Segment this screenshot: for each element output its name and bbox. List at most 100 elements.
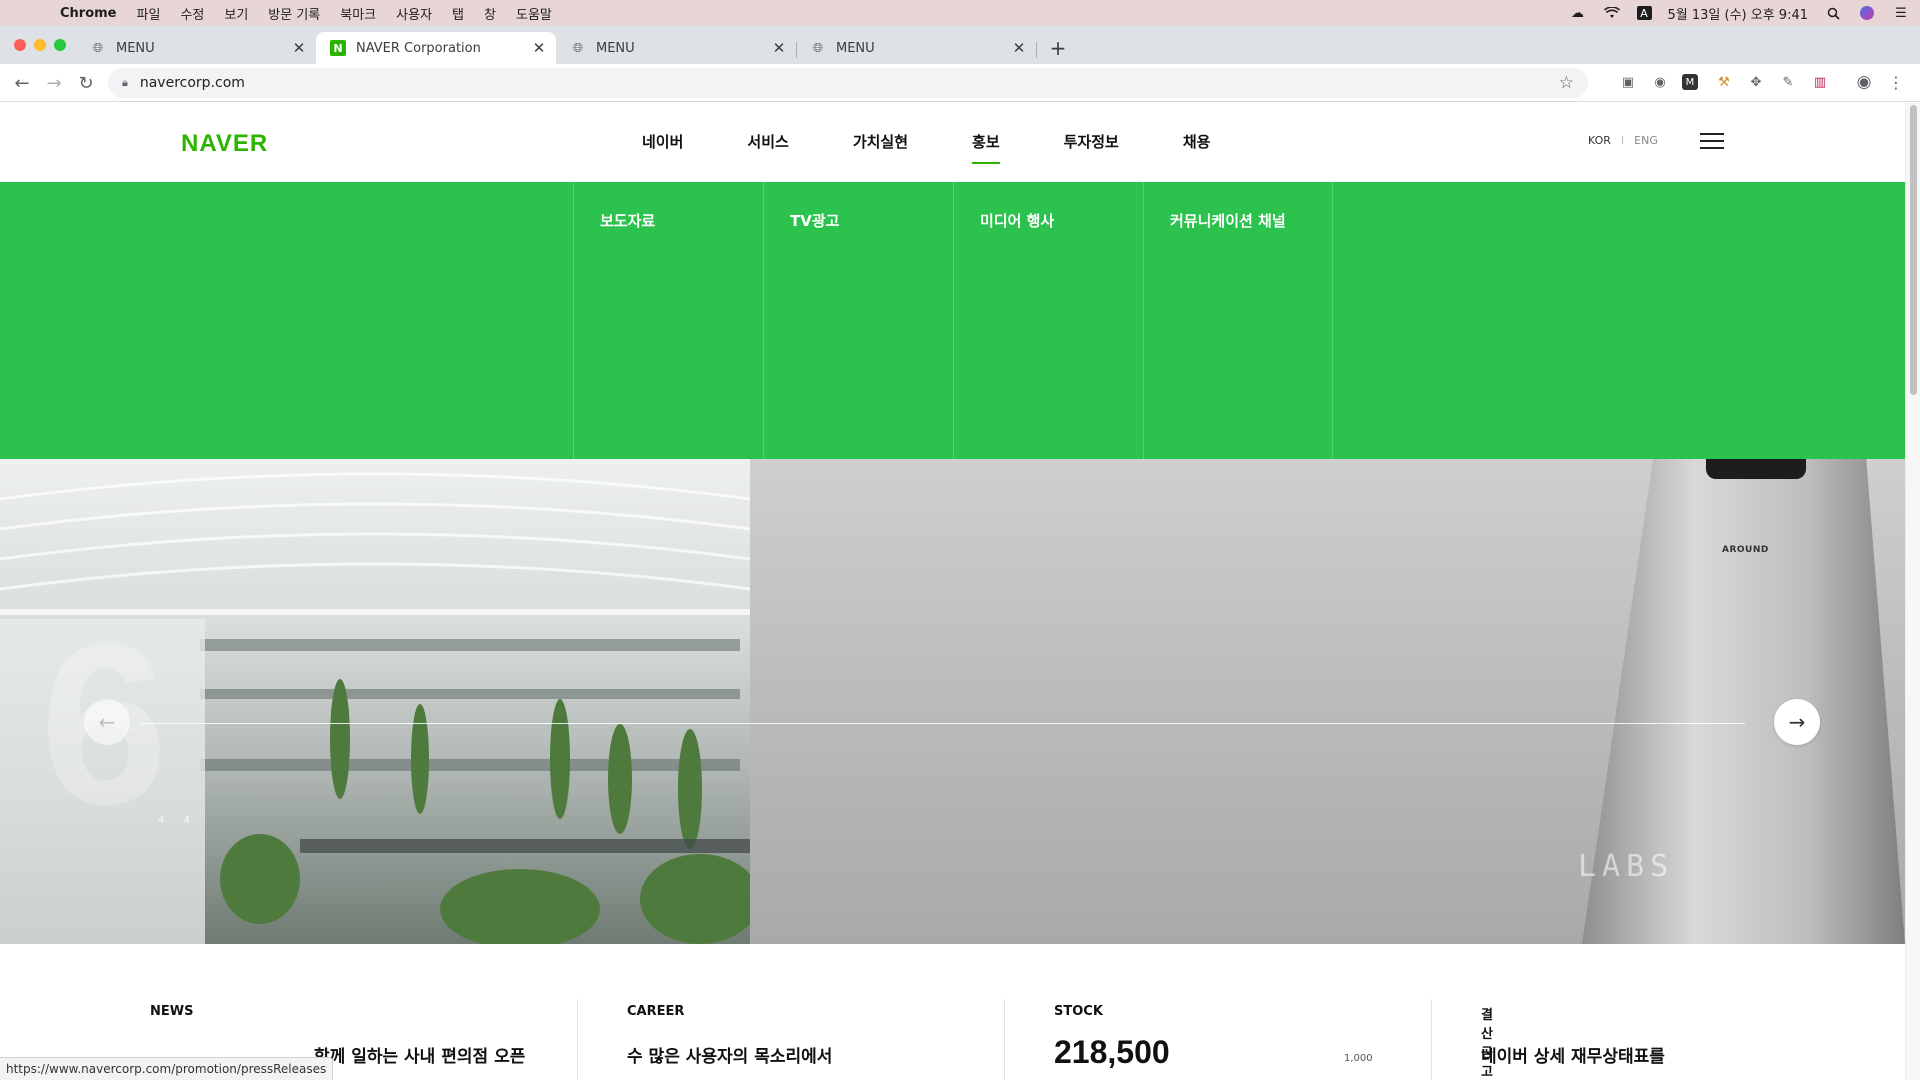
nav-ir[interactable]: 투자정보	[1032, 103, 1151, 182]
nav-recruit[interactable]: 채용	[1151, 103, 1243, 182]
menu-history[interactable]: 방문 기록	[258, 4, 330, 23]
close-tab-icon[interactable]: ✕	[288, 39, 310, 57]
page-scrollbar[interactable]	[1905, 103, 1920, 1080]
slider-prev-arrow-icon[interactable]: ←	[84, 699, 130, 745]
news-headline-link[interactable]: 함께 일하는 사내 편의점 오픈	[314, 1042, 525, 1067]
close-tab-icon[interactable]: ✕	[528, 39, 550, 57]
menu-window[interactable]: 창	[474, 4, 506, 23]
career-heading: CAREER	[627, 1004, 685, 1019]
url-text[interactable]: navercorp.com	[140, 75, 245, 91]
slide-counter: 4 4	[158, 815, 198, 826]
nav-naver[interactable]: 네이버	[610, 103, 715, 182]
stock-change: 1,000	[1344, 1053, 1373, 1064]
browser-tab[interactable]: 🌐︎ MENU ✕	[796, 32, 1036, 64]
scrollbar-thumb[interactable]	[1910, 105, 1917, 395]
menu-view[interactable]: 보기	[214, 4, 258, 23]
nav-service[interactable]: 서비스	[715, 103, 820, 182]
robot-screen	[1706, 459, 1806, 479]
menu-people[interactable]: 사용자	[386, 4, 442, 23]
slider-progress-line	[140, 723, 1745, 724]
minimize-window-button[interactable]	[34, 39, 46, 51]
link-status-bar: https://www.navercorp.com/promotion/pres…	[0, 1057, 334, 1080]
web-page: NAVER 네이버 서비스 가치실현 홍보 투자정보 채용 KOR I ENG …	[0, 103, 1905, 1080]
stock-heading: STOCK	[1054, 1004, 1103, 1019]
chrome-menu-icon[interactable]: ⋮	[1886, 72, 1906, 92]
menubar-clock[interactable]: 5월 13일 (수) 오후 9:41	[1668, 4, 1808, 23]
window-controls	[14, 39, 66, 51]
close-tab-icon[interactable]: ✕	[1008, 39, 1030, 57]
extension-m-icon[interactable]: M	[1682, 74, 1698, 90]
naver-logo[interactable]: NAVER	[181, 130, 268, 158]
menu-tab[interactable]: 탭	[442, 4, 474, 23]
robot-brand-label: AROUND	[1722, 545, 1769, 555]
notification-center-icon[interactable]: ☰	[1892, 6, 1910, 21]
extension-barcode-icon[interactable]: ▥	[1810, 72, 1830, 92]
globe-icon: 🌐︎	[92, 40, 104, 56]
language-switch: KOR I ENG	[1588, 134, 1658, 147]
macos-menu-bar: Chrome 파일 수정 보기 방문 기록 북마크 사용자 탭 창 도움말 ☁ …	[0, 0, 1920, 26]
tab-title: MENU	[836, 40, 875, 56]
maximize-window-button[interactable]	[54, 39, 66, 51]
promotion-submenu: 보도자료 TV광고 미디어 행사 커뮤니케이션 채널	[0, 182, 1905, 459]
nav-promotion[interactable]: 홍보	[940, 103, 1032, 182]
tab-title: MENU	[116, 40, 155, 56]
extension-hammer-icon[interactable]: ⚒	[1714, 72, 1734, 92]
menu-edit[interactable]: 수정	[170, 4, 214, 23]
extension-move-icon[interactable]: ✥	[1746, 72, 1766, 92]
siri-icon[interactable]	[1858, 6, 1876, 20]
browser-tab[interactable]: 🌐︎ MENU ✕	[76, 32, 316, 64]
menu-app-name[interactable]: Chrome	[50, 6, 127, 21]
close-window-button[interactable]	[14, 39, 26, 51]
reload-icon[interactable]: ↻	[74, 71, 98, 95]
hamburger-menu-icon[interactable]	[1700, 133, 1724, 151]
slider-next-arrow-icon[interactable]: →	[1774, 699, 1820, 745]
submenu-media-events[interactable]: 미디어 행사	[953, 182, 1143, 459]
stock-price: 218,500	[1054, 1034, 1170, 1070]
browser-tab[interactable]: 🌐︎ MENU ✕	[556, 32, 796, 64]
menu-file[interactable]: 파일	[127, 4, 171, 23]
submenu-press-releases[interactable]: 보도자료	[573, 182, 763, 459]
tab-title: NAVER Corporation	[356, 40, 481, 56]
lock-icon[interactable]: 🔒︎	[122, 76, 128, 90]
column-divider	[577, 999, 578, 1080]
career-headline-link[interactable]: 수 많은 사용자의 목소리에서	[627, 1042, 832, 1067]
labs-logo-mark: LABS	[1578, 849, 1675, 884]
lang-kor-link[interactable]: KOR	[1588, 134, 1611, 147]
address-bar[interactable]: 🔒︎ navercorp.com ☆	[108, 68, 1588, 98]
close-tab-icon[interactable]: ✕	[768, 39, 790, 57]
menu-help[interactable]: 도움말	[506, 4, 562, 23]
browser-tab-strip: 🌐︎ MENU ✕ N NAVER Corporation ✕ 🌐︎ MENU …	[0, 26, 1920, 64]
globe-icon: 🌐︎	[572, 40, 584, 56]
new-tab-button[interactable]: +	[1044, 34, 1072, 62]
hero-slider: 6 4 4 AROUND LABS ← →	[0, 459, 1905, 944]
globe-icon: 🌐︎	[812, 40, 824, 56]
lang-separator: I	[1620, 134, 1625, 147]
browser-tab-active[interactable]: N NAVER Corporation ✕	[316, 32, 556, 64]
news-heading: NEWS	[150, 1004, 194, 1019]
forward-arrow-icon[interactable]: →	[42, 71, 66, 95]
submenu-tv-ads[interactable]: TV광고	[763, 182, 953, 459]
extension-camera-icon[interactable]: ◉	[1650, 72, 1670, 92]
tab-separator	[1036, 42, 1037, 58]
tab-title: MENU	[596, 40, 635, 56]
column-divider	[1004, 999, 1005, 1080]
naver-favicon-icon: N	[330, 40, 346, 56]
profile-avatar-icon[interactable]: ◉	[1854, 72, 1874, 92]
column-divider	[1431, 999, 1432, 1080]
back-arrow-icon[interactable]: ←	[10, 71, 34, 95]
notice-headline-link[interactable]: 네이버 상세 재무상태표를	[1481, 1042, 1665, 1067]
cloud-icon[interactable]: ☁	[1569, 6, 1587, 21]
global-nav: 네이버 서비스 가치실현 홍보 투자정보 채용	[610, 103, 1242, 182]
browser-toolbar: ← → ↻ 🔒︎ navercorp.com ☆ ▣ ◉ M ⚒ ✥ ✎ ▥ ◉…	[0, 64, 1920, 102]
menubar-status-area: ☁ A 5월 13일 (수) 오후 9:41 ☰	[1569, 0, 1910, 26]
spotlight-search-icon[interactable]	[1824, 6, 1842, 20]
extension-pen-icon[interactable]: ✎	[1778, 72, 1798, 92]
menu-bookmarks[interactable]: 북마크	[330, 4, 386, 23]
submenu-communication-channels[interactable]: 커뮤니케이션 채널	[1143, 182, 1333, 459]
lang-eng-link[interactable]: ENG	[1634, 134, 1658, 147]
input-source-icon[interactable]: A	[1636, 6, 1652, 20]
bookmark-star-icon[interactable]: ☆	[1559, 73, 1574, 93]
nav-value[interactable]: 가치실현	[821, 103, 940, 182]
extension-photo-icon[interactable]: ▣	[1618, 72, 1638, 92]
wifi-icon[interactable]	[1603, 6, 1621, 20]
